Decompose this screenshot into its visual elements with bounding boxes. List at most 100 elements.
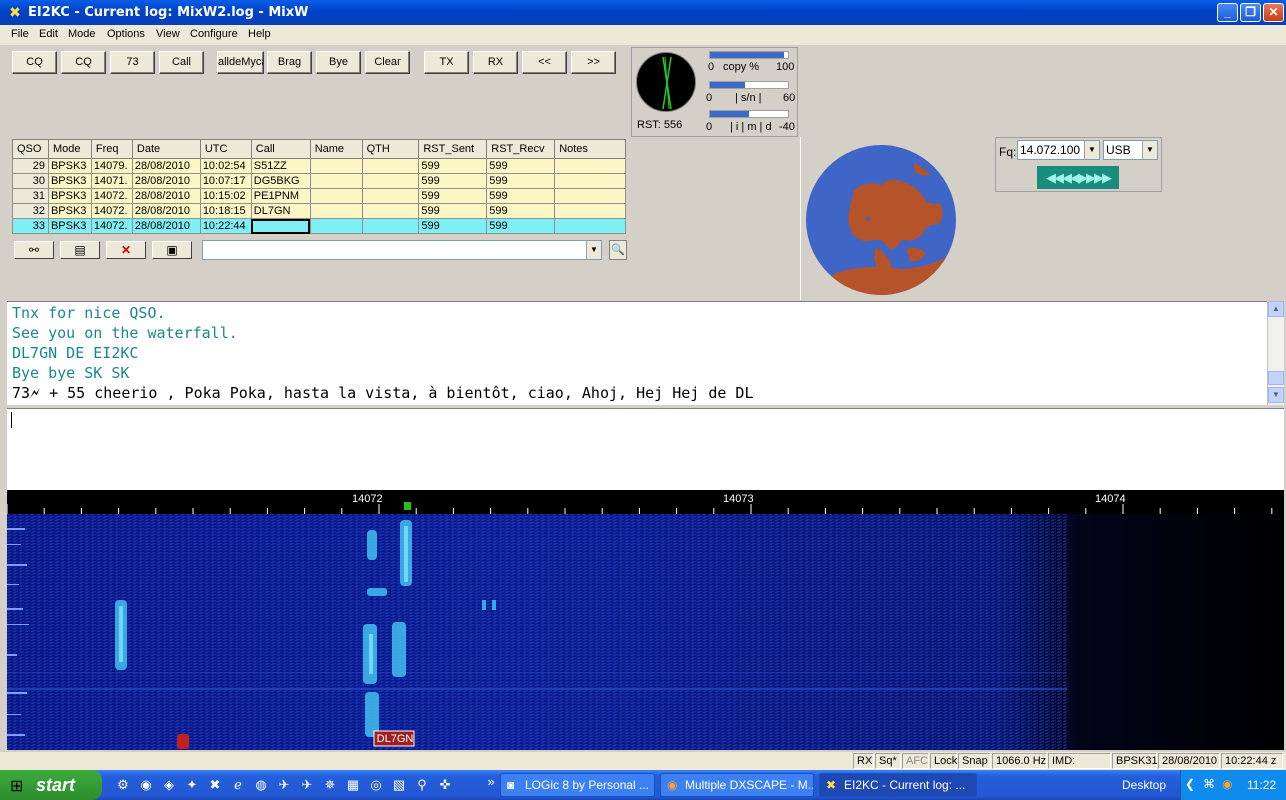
status-afc[interactable]: AFC — [902, 753, 929, 769]
quicklaunch-paint-icon[interactable]: ▦ — [345, 777, 361, 793]
quicklaunch-mixw-icon[interactable]: ✦ — [184, 777, 200, 793]
log-cell-call[interactable]: PE1PNM — [250, 188, 311, 204]
waterfall-scale[interactable]: 14072 14073 14074 — [6, 490, 1284, 514]
quicklaunch-butterfly-icon[interactable]: ✖ — [207, 777, 223, 793]
chevron-down-icon[interactable]: ▼ — [1084, 141, 1099, 159]
macro-73-button[interactable]: 73 — [110, 51, 155, 74]
log-cell-freq[interactable]: 14072. — [90, 188, 133, 204]
log-cell-date[interactable]: 28/08/2010 — [131, 188, 201, 204]
log-cell-name[interactable] — [309, 158, 363, 174]
quicklaunch-app-icon[interactable]: ◈ — [161, 777, 177, 793]
quicklaunch-explorer-icon[interactable]: ▧ — [391, 777, 407, 793]
log-cell-freq[interactable]: 14071. — [90, 173, 133, 189]
globe-map[interactable] — [806, 145, 956, 295]
tx-button[interactable]: TX — [424, 51, 469, 74]
log-cell-utc[interactable]: 10:22:44 — [199, 218, 252, 234]
title-bar[interactable]: ✖ EI2KC - Current log: MixW2.log - MixW … — [0, 0, 1286, 25]
rx-text-window[interactable]: Tnx for nice QSO. See you on the waterfa… — [7, 301, 1267, 405]
scroll-thumb[interactable] — [1268, 371, 1284, 385]
log-cell-mode[interactable]: BPSK3 — [47, 173, 92, 189]
network-icon[interactable]: ⌘ — [1203, 777, 1215, 791]
log-cell-mode[interactable]: BPSK3 — [47, 218, 92, 234]
log-cell-notes[interactable] — [554, 173, 626, 189]
log-cell-rst-recv[interactable]: 599 — [486, 188, 556, 204]
log-cell-utc[interactable]: 10:18:15 — [199, 203, 252, 219]
log-cell-call[interactable]: DL7GN — [250, 203, 311, 219]
log-cell-rst-sent[interactable]: 599 — [418, 188, 488, 204]
tray-expand-icon[interactable]: ❮ — [1185, 777, 1195, 791]
waterfall-display[interactable]: DL7GN — [7, 514, 1284, 750]
log-cell-name[interactable] — [309, 203, 363, 219]
callsign-tag[interactable]: DL7GN — [376, 733, 414, 745]
log-cell-rst-recv[interactable]: 599 — [486, 158, 556, 174]
log-cell-freq[interactable]: 14079. — [90, 158, 133, 174]
minimize-button[interactable]: _ — [1217, 3, 1238, 22]
quicklaunch-ie-icon[interactable]: ℯ — [230, 777, 246, 793]
chevron-down-icon[interactable]: ▼ — [1142, 141, 1157, 159]
col-header-mode[interactable]: Mode — [47, 139, 92, 159]
taskbar-item-mixw[interactable]: EI2KC - Current log: ... — [819, 773, 977, 797]
log-cell-rst-sent[interactable]: 599 — [418, 158, 488, 174]
macro-clear-button[interactable]: Clear — [365, 51, 410, 74]
menu-view[interactable]: View — [156, 28, 180, 40]
menu-edit[interactable]: Edit — [39, 28, 58, 40]
col-header-utc[interactable]: UTC — [199, 139, 252, 159]
log-cell-date[interactable]: 28/08/2010 — [131, 203, 201, 219]
col-header-freq[interactable]: Freq — [90, 139, 133, 159]
log-cell-freq[interactable]: 14072. — [90, 218, 133, 234]
log-cell-call[interactable]: S51ZZ — [250, 158, 311, 174]
menu-configure[interactable]: Configure — [190, 28, 238, 40]
log-cell-rst-recv[interactable]: 599 — [486, 203, 556, 219]
taskbar-item-logic8[interactable]: LOGic 8 by Personal ... — [500, 773, 655, 797]
col-header-qso[interactable]: QSO — [12, 139, 49, 159]
log-cell-qth[interactable] — [361, 158, 420, 174]
macro-call-button[interactable]: Call — [159, 51, 204, 74]
log-cell-mode[interactable]: BPSK3 — [47, 188, 92, 204]
rx-marker-icon[interactable] — [404, 502, 411, 510]
quicklaunch-compass-icon[interactable]: ✜ — [437, 777, 453, 793]
log-row[interactable]: 29 BPSK3 14079. 28/08/2010 10:02:54 S51ZZ 599 5… — [12, 158, 626, 174]
rx-scrollbar[interactable]: ▲ ▼ — [1267, 301, 1284, 405]
macro-alldemycall-button[interactable]: alldeMyca — [217, 51, 264, 74]
status-rx[interactable]: RX — [853, 753, 874, 769]
quicklaunch-firefox-icon[interactable]: ◉ — [138, 777, 154, 793]
quicklaunch-asd-icon[interactable]: ◍ — [253, 777, 269, 793]
log-cell-freq[interactable]: 14072. — [90, 203, 133, 219]
log-cell-rst-sent[interactable]: 599 — [418, 203, 488, 219]
scroll-up-icon[interactable]: ▲ — [1268, 301, 1284, 317]
col-header-call[interactable]: Call — [250, 139, 311, 159]
macro-brag-button[interactable]: Brag — [267, 51, 312, 74]
col-header-rst-recv[interactable]: RST_Recv — [486, 139, 556, 159]
log-row[interactable]: 33 BPSK3 14072. 28/08/2010 10:22:44 599 599 — [12, 218, 626, 234]
log-cell-qth[interactable] — [361, 218, 420, 234]
qso-form-button[interactable]: ▤ — [60, 241, 100, 259]
menu-file[interactable]: File — [11, 28, 29, 40]
log-cell-qth[interactable] — [361, 188, 420, 204]
macro-cq-2-button[interactable]: CQ — [61, 51, 106, 74]
macro-bye-button[interactable]: Bye — [316, 51, 361, 74]
log-cell-name[interactable] — [309, 173, 363, 189]
status-snap[interactable]: Snap — [958, 753, 991, 769]
taskbar-item-dxscape[interactable]: Multiple DXSCAPE - M... — [660, 773, 814, 797]
rx-button[interactable]: RX — [473, 51, 518, 74]
col-header-rst-sent[interactable]: RST_Sent — [418, 139, 488, 159]
log-cell-name[interactable] — [309, 188, 363, 204]
status-lock[interactable]: Lock — [930, 753, 957, 769]
status-squelch[interactable]: Sq* — [875, 753, 901, 769]
tx-text-input[interactable] — [7, 408, 1284, 490]
log-cell-name[interactable] — [309, 218, 363, 234]
log-cell-utc[interactable]: 10:02:54 — [199, 158, 252, 174]
chevron-down-icon[interactable]: ▼ — [586, 241, 601, 259]
log-cell-qso[interactable]: 31 — [12, 188, 49, 204]
log-cell-notes[interactable] — [554, 203, 626, 219]
log-cell-date[interactable]: 28/08/2010 — [131, 218, 201, 234]
log-row[interactable]: 30 BPSK3 14071. 28/08/2010 10:07:17 DG5BKG 599… — [12, 173, 626, 189]
log-row[interactable]: 31 BPSK3 14072. 28/08/2010 10:15:02 PE1PNM 599… — [12, 188, 626, 204]
status-mode[interactable]: BPSK31 — [1112, 753, 1158, 769]
log-cell-qso[interactable]: 29 — [12, 158, 49, 174]
search-icon[interactable]: 🔍 — [609, 240, 627, 260]
sideband-combo[interactable]: USB ▼ — [1103, 140, 1158, 160]
scroll-down-icon[interactable]: ▼ — [1268, 387, 1284, 403]
log-cell-qso[interactable]: 32 — [12, 203, 49, 219]
log-cell-qso[interactable]: 30 — [12, 173, 49, 189]
